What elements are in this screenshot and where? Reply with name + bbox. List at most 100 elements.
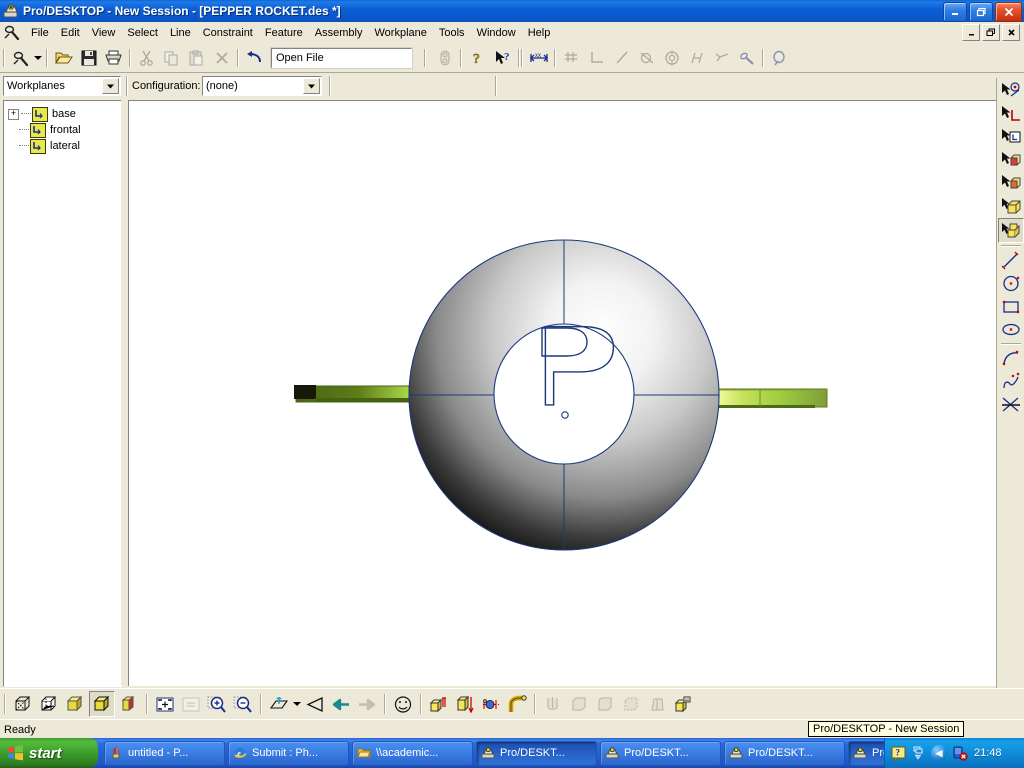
- tree-item-lateral[interactable]: lateral: [4, 138, 121, 154]
- view-shaded-button[interactable]: [63, 692, 87, 716]
- menu-item-help[interactable]: Help: [522, 25, 557, 41]
- menu-item-tools[interactable]: Tools: [433, 25, 471, 41]
- rectangle-tool-button[interactable]: [999, 295, 1023, 318]
- left-wing[interactable]: [294, 385, 411, 402]
- chevron-down-icon[interactable]: [102, 78, 119, 94]
- zoom-in-button[interactable]: [205, 692, 229, 716]
- menu-item-select[interactable]: Select: [121, 25, 164, 41]
- constraint-equal-button[interactable]: [685, 47, 708, 69]
- view-next-button[interactable]: [355, 692, 379, 716]
- save-button[interactable]: [77, 47, 100, 69]
- circle-tool-button[interactable]: [999, 272, 1023, 295]
- line-tool-button[interactable]: [999, 249, 1023, 272]
- properties-button[interactable]: [433, 47, 456, 69]
- feature-shell-button[interactable]: [567, 692, 591, 716]
- taskbar-clock[interactable]: 21:48: [974, 747, 1002, 759]
- select-part-button[interactable]: [999, 195, 1023, 218]
- feature-loft-button[interactable]: [541, 692, 565, 716]
- zoom-out-button[interactable]: [231, 692, 255, 716]
- new-design-button[interactable]: [9, 47, 32, 69]
- feature-sweep-button[interactable]: [505, 692, 529, 716]
- start-button[interactable]: start: [0, 738, 98, 768]
- constraint-tangent-button[interactable]: [635, 47, 658, 69]
- taskbar-item-prodesktop-1[interactable]: Pro/DESKT...: [476, 741, 597, 766]
- menu-item-edit[interactable]: Edit: [55, 25, 86, 41]
- view-direction-button[interactable]: [303, 692, 327, 716]
- paste-button[interactable]: [185, 47, 208, 69]
- delete-button[interactable]: [210, 47, 233, 69]
- updates-icon[interactable]: [911, 746, 926, 761]
- select-point-button[interactable]: [999, 80, 1023, 103]
- mdi-close-button[interactable]: [1002, 24, 1020, 41]
- feature-project-button[interactable]: [453, 692, 477, 716]
- workplanes-selector[interactable]: Workplanes: [3, 76, 121, 96]
- zoom-fit-button[interactable]: [153, 692, 177, 716]
- pepper-cap-circle[interactable]: [494, 324, 634, 464]
- pen-app-icon[interactable]: [3, 24, 23, 42]
- trim-tool-button[interactable]: [999, 393, 1023, 416]
- view-wireframe-button[interactable]: [11, 692, 35, 716]
- menu-item-line[interactable]: Line: [164, 25, 197, 41]
- expander-plus-icon[interactable]: +: [8, 109, 19, 120]
- mdi-minimize-button[interactable]: [962, 24, 980, 41]
- taskbar-item-prodesktop-3[interactable]: Pro/DESKT...: [724, 741, 845, 766]
- design-viewport[interactable]: [128, 100, 996, 686]
- select-feature-button[interactable]: [999, 172, 1023, 195]
- menu-item-file[interactable]: File: [25, 25, 55, 41]
- constraint-concentric-button[interactable]: [660, 47, 683, 69]
- constraint-parallel-button[interactable]: [610, 47, 633, 69]
- spline-tool-button[interactable]: [999, 370, 1023, 393]
- select-line-button[interactable]: [999, 103, 1023, 126]
- view-workplane-button[interactable]: [267, 692, 291, 716]
- chevron-down-icon[interactable]: [33, 47, 43, 69]
- model-canvas[interactable]: [129, 101, 996, 686]
- constraint-perpendicular-button[interactable]: [585, 47, 608, 69]
- menu-item-constraint[interactable]: Constraint: [197, 25, 259, 41]
- tree-item-base[interactable]: + base: [4, 106, 121, 122]
- taskbar-item-folder[interactable]: \\academic...: [352, 741, 473, 766]
- feature-round-button[interactable]: [593, 692, 617, 716]
- close-button[interactable]: [995, 2, 1022, 22]
- network-disconnected-icon[interactable]: [952, 746, 967, 761]
- view-hidden-line-button[interactable]: [37, 692, 61, 716]
- context-help-button[interactable]: ?: [491, 47, 514, 69]
- ellipse-tool-button[interactable]: [999, 318, 1023, 341]
- select-assembly-button[interactable]: [998, 218, 1024, 243]
- taskbar-item-ie[interactable]: e Submit : Ph...: [228, 741, 349, 766]
- tray-collapse-button[interactable]: ◀: [931, 745, 947, 761]
- taskbar-item-paint[interactable]: untitled - P...: [104, 741, 225, 766]
- menu-item-view[interactable]: View: [86, 25, 122, 41]
- feature-extrude-button[interactable]: [427, 692, 451, 716]
- panel-splitter[interactable]: [121, 100, 127, 685]
- view-section-button[interactable]: [117, 692, 141, 716]
- feature-revolve-button[interactable]: [479, 692, 503, 716]
- workplanes-tree[interactable]: + base frontal lateral: [3, 100, 122, 687]
- menu-item-workplane[interactable]: Workplane: [368, 25, 432, 41]
- chevron-down-icon[interactable]: [303, 78, 320, 94]
- feature-draft-button[interactable]: [645, 692, 669, 716]
- help-button[interactable]: ?: [466, 47, 489, 69]
- view-previous-button[interactable]: [329, 692, 353, 716]
- feature-chamfer-button[interactable]: [619, 692, 643, 716]
- menu-item-feature[interactable]: Feature: [259, 25, 309, 41]
- zoom-selection-button[interactable]: [179, 692, 203, 716]
- view-rotate-button[interactable]: [391, 692, 415, 716]
- select-workplane-button[interactable]: [999, 126, 1023, 149]
- cut-button[interactable]: [135, 47, 158, 69]
- view-shaded-edges-button[interactable]: [89, 691, 115, 717]
- feature-material-button[interactable]: [671, 692, 695, 716]
- minimize-button[interactable]: [943, 2, 967, 22]
- copy-button[interactable]: [160, 47, 183, 69]
- dimension-button[interactable]: xx: [527, 47, 550, 69]
- constraint-weld-button[interactable]: [735, 47, 758, 69]
- zoom-tool-button[interactable]: [768, 47, 791, 69]
- taskbar-item-prodesktop-2[interactable]: Pro/DESKT...: [600, 741, 721, 766]
- right-wing[interactable]: [717, 389, 827, 408]
- maximize-button[interactable]: [969, 2, 993, 22]
- help-balloon-icon[interactable]: ?: [891, 746, 906, 761]
- undo-button[interactable]: [243, 47, 266, 69]
- configuration-selector[interactable]: (none): [202, 76, 322, 96]
- constraint-coincident-button[interactable]: [560, 47, 583, 69]
- menu-item-window[interactable]: Window: [471, 25, 522, 41]
- constraint-fix-button[interactable]: [710, 47, 733, 69]
